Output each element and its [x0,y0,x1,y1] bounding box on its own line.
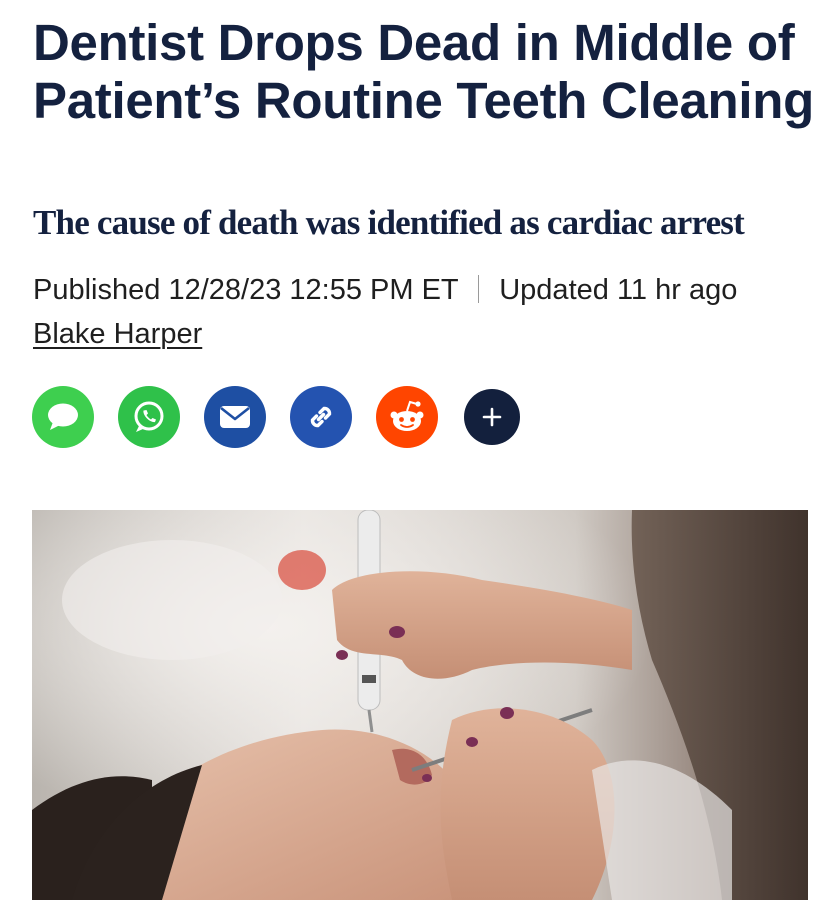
whatsapp-icon [131,399,167,435]
article-headline: Dentist Drops Dead in Middle of Patient’… [33,14,814,129]
meta-divider [478,275,480,303]
share-whatsapp-button[interactable] [118,386,180,448]
article-hero-image [32,510,808,900]
updated-ago: 11 hr ago [616,274,738,306]
share-more-button[interactable] [464,389,520,445]
plus-icon [481,406,503,428]
speech-bubble-icon [46,402,80,432]
share-reddit-button[interactable] [376,386,438,448]
article-meta: Published 12/28/23 12:55 PM ET Updated 1… [33,272,737,308]
share-copy-link-button[interactable] [290,386,352,448]
reddit-icon [387,399,427,435]
share-email-button[interactable] [204,386,266,448]
article-page: Dentist Drops Dead in Middle of Patient’… [0,0,839,900]
link-icon [304,400,338,434]
published-label: Published [33,274,161,306]
share-message-button[interactable] [32,386,94,448]
updated-label: Updated [499,274,609,306]
published-datetime: 12/28/23 12:55 PM ET [168,274,459,306]
envelope-icon [219,405,251,429]
author-link[interactable]: Blake Harper [33,316,202,352]
article-subheadline: The cause of death was identified as car… [33,203,745,242]
